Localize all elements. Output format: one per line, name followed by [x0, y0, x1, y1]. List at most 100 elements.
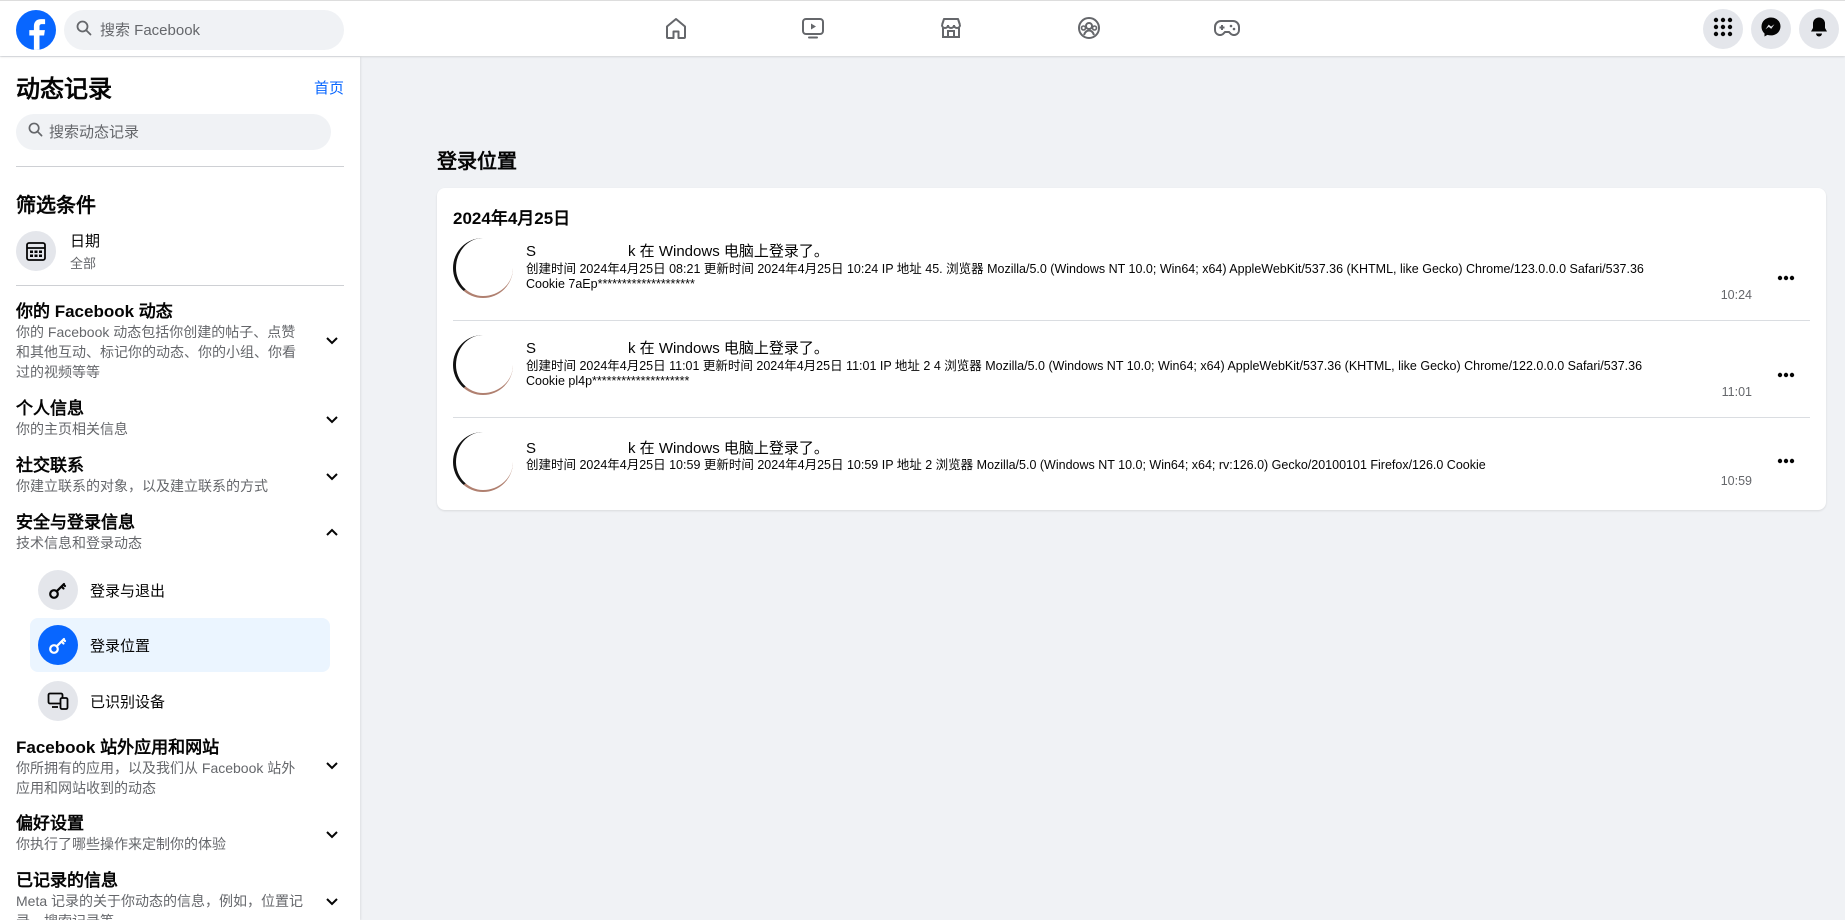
section-title: 你的 Facebook 动态 [16, 302, 173, 321]
chevron-down-icon [324, 893, 340, 914]
home-link[interactable]: 首页 [314, 77, 344, 98]
redacted-name [536, 342, 629, 357]
activity-search-box[interactable] [16, 114, 331, 150]
nav-marketplace-button[interactable] [895, 9, 1007, 51]
nav-home-button[interactable] [620, 9, 732, 51]
section-personal-info[interactable]: 个人信息 你的主页相关信息 [16, 399, 344, 439]
subitem-login-locations[interactable]: 登录位置 [30, 618, 330, 672]
sidebar-title: 动态记录 [16, 76, 112, 103]
section-preferences[interactable]: 偏好设置 你执行了哪些操作来定制你的体验 [16, 814, 344, 854]
entry-detail-line: 创建时间 2024年4月25日 10:59 更新时间 2024年4月25日 10… [526, 458, 1486, 472]
entry-user-prefix: S [526, 340, 537, 357]
nav-gaming-button[interactable] [1171, 9, 1283, 51]
section-desc: 你的主页相关信息 [16, 421, 128, 437]
entry-detail-line: 创建时间 2024年4月25日 08:21 更新时间 2024年4月25日 10… [526, 262, 1644, 276]
activity-log-sidebar: 动态记录 首页 筛选条件 日期 全部 你的 Facebook 动态 你的 Fac… [0, 57, 360, 920]
more-options-button[interactable] [1770, 444, 1802, 476]
nav-video-button[interactable] [757, 9, 869, 51]
facebook-logo-icon[interactable] [16, 10, 56, 50]
section-desc: 你所拥有的应用，以及我们从 Facebook 站外应用和网站收到的动态 [16, 760, 296, 796]
section-title: 安全与登录信息 [16, 513, 135, 532]
redacted-name [536, 442, 629, 457]
notifications-button[interactable] [1799, 9, 1839, 49]
key-icon [38, 570, 78, 610]
list-item: Sk 在 Windows 电脑上登录了。 创建时间 2024年4月25日 08:… [453, 238, 1810, 318]
divider [16, 166, 344, 167]
key-icon [38, 625, 78, 665]
gaming-icon [1213, 15, 1241, 46]
divider [453, 320, 1810, 321]
chevron-down-icon [324, 411, 340, 432]
avatar [453, 335, 513, 395]
chevron-down-icon [324, 468, 340, 489]
section-desc: 你建立联系的对象，以及建立联系的方式 [16, 478, 268, 494]
filter-heading: 筛选条件 [16, 195, 96, 217]
entry-headline-text: k 在 Windows 电脑上登录了。 [628, 243, 829, 260]
subitem-label: 已识别设备 [90, 693, 166, 711]
chevron-down-icon [324, 826, 340, 847]
subitem-label: 登录位置 [90, 637, 151, 655]
section-logged-info[interactable]: 已记录的信息 Meta 记录的关于你动态的信息，例如，位置记录、搜索记录等 [16, 871, 344, 920]
home-icon [663, 15, 689, 46]
entry-headline: Sk 在 Windows 电脑上登录了。 [526, 240, 829, 261]
bell-icon [1809, 16, 1829, 43]
section-desc: 你的 Facebook 动态包括你创建的帖子、点赞和其他互动、标记你的动态、你的… [16, 324, 296, 380]
subitem-recognized-devices[interactable]: 已识别设备 [30, 674, 330, 728]
marketplace-icon [938, 15, 964, 46]
avatar [453, 238, 513, 298]
subitem-login-logout[interactable]: 登录与退出 [30, 563, 330, 617]
search-icon [28, 122, 43, 142]
video-icon [800, 15, 826, 46]
entry-cookie-line: Cookie pl4p******************** [526, 374, 690, 388]
section-title: 个人信息 [16, 399, 84, 418]
messenger-button[interactable] [1751, 9, 1791, 49]
entry-cookie-line: Cookie 7aEp******************** [526, 277, 695, 291]
date-filter-button[interactable]: 日期 全部 [16, 227, 344, 275]
divider [453, 417, 1810, 418]
entry-detail-line: 创建时间 2024年4月25日 11:01 更新时间 2024年4月25日 11… [526, 359, 1643, 373]
facebook-search-box[interactable] [64, 10, 344, 50]
redacted-name [536, 245, 629, 260]
avatar [453, 432, 513, 492]
section-desc: Meta 记录的关于你动态的信息，例如，位置记录、搜索记录等 [16, 893, 304, 920]
section-security-login[interactable]: 安全与登录信息 技术信息和登录动态 [16, 513, 344, 553]
facebook-search-input[interactable] [100, 21, 330, 39]
section-connections[interactable]: 社交联系 你建立联系的对象，以及建立联系的方式 [16, 456, 344, 496]
entry-headline-text: k 在 Windows 电脑上登录了。 [628, 440, 829, 457]
section-title: 已记录的信息 [16, 871, 118, 890]
divider [16, 285, 344, 286]
chevron-down-icon [324, 757, 340, 778]
list-item: Sk 在 Windows 电脑上登录了。 创建时间 2024年4月25日 10:… [453, 432, 1810, 502]
more-options-button[interactable] [1770, 261, 1802, 293]
date-header: 2024年4月25日 [453, 209, 571, 228]
section-off-facebook-apps[interactable]: Facebook 站外应用和网站 你所拥有的应用，以及我们从 Facebook … [16, 738, 344, 798]
section-title: 偏好设置 [16, 814, 84, 833]
menu-button[interactable] [1703, 9, 1743, 49]
section-desc: 你执行了哪些操作来定制你的体验 [16, 836, 226, 852]
more-icon [1777, 268, 1795, 286]
more-icon [1777, 365, 1795, 383]
chevron-down-icon [324, 332, 340, 353]
entry-headline: Sk 在 Windows 电脑上登录了。 [526, 437, 829, 458]
login-locations-card: 2024年4月25日 Sk 在 Windows 电脑上登录了。 创建时间 202… [437, 188, 1826, 510]
activity-search-input[interactable] [49, 123, 309, 141]
messenger-icon [1760, 16, 1782, 43]
devices-icon [38, 681, 78, 721]
nav-groups-button[interactable] [1033, 9, 1145, 51]
more-options-button[interactable] [1770, 358, 1802, 390]
section-title: Facebook 站外应用和网站 [16, 738, 220, 757]
entry-headline: Sk 在 Windows 电脑上登录了。 [526, 337, 829, 358]
chevron-up-icon [324, 525, 340, 546]
entry-headline-text: k 在 Windows 电脑上登录了。 [628, 340, 829, 357]
date-filter-label: 日期 [70, 233, 101, 250]
subitem-label: 登录与退出 [90, 582, 166, 600]
calendar-icon [16, 231, 56, 271]
list-item: Sk 在 Windows 电脑上登录了。 创建时间 2024年4月25日 11:… [453, 335, 1810, 415]
entry-time: 10:24 [1720, 288, 1752, 302]
section-facebook-activity[interactable]: 你的 Facebook 动态 你的 Facebook 动态包括你创建的帖子、点赞… [16, 302, 344, 382]
more-icon [1777, 451, 1795, 469]
section-title: 社交联系 [16, 456, 84, 475]
menu-grid-icon [1713, 17, 1733, 42]
entry-user-prefix: S [526, 243, 537, 260]
groups-icon [1076, 15, 1102, 46]
